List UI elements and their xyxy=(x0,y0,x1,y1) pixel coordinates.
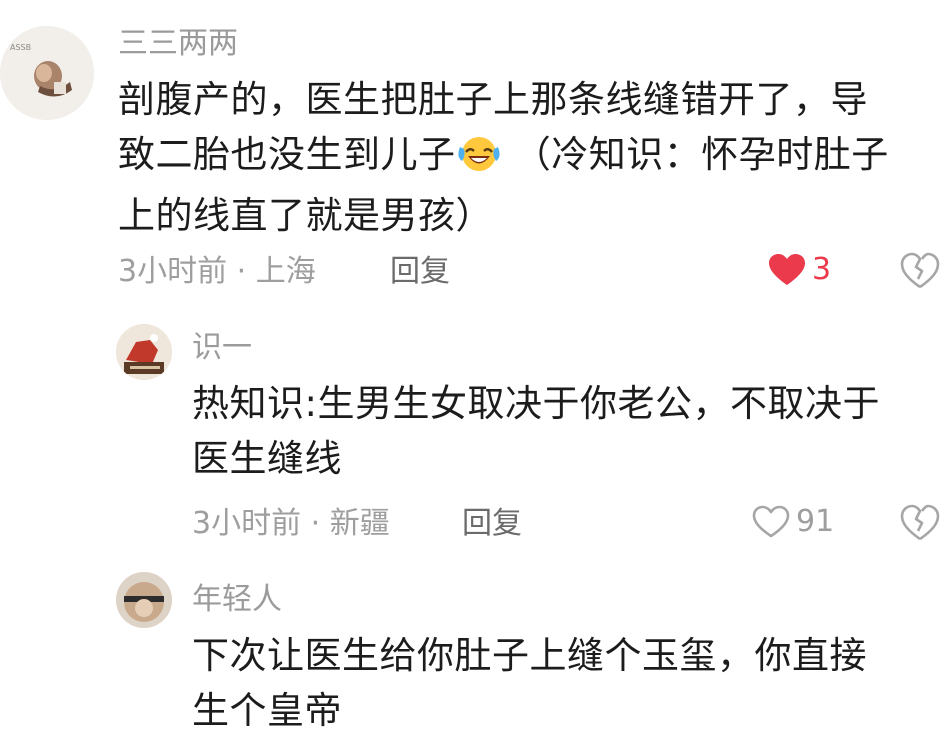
comment-text-segment: 致二胎也没生到儿子 xyxy=(118,133,456,176)
comment-2: 识一 热知识:生男生女取决于你老公，不取决于 医生缝线 3小时前 · 新疆 回复… xyxy=(0,300,950,560)
comment-text: 剖腹产的，医生把肚子上那条线缝错开了，导 致二胎也没生到儿子 （冷知识：怀孕时肚… xyxy=(118,72,889,243)
broken-heart-icon xyxy=(900,252,940,289)
avatar-shiyi[interactable] xyxy=(116,324,172,380)
svg-text:ASSB: ASSB xyxy=(10,43,31,52)
reply-button[interactable]: 回复 xyxy=(390,254,450,290)
comment-text: 热知识:生男生女取决于你老公，不取决于 医生缝线 xyxy=(192,376,880,486)
like-button[interactable]: 3 xyxy=(768,252,831,287)
dislike-button[interactable] xyxy=(900,504,940,544)
comment-text-line-3: 上的线直了就是男孩） xyxy=(118,194,493,237)
comment-time-location: 3小时前 · 新疆 xyxy=(192,506,390,541)
comment-text: 下次让医生给你肚子上缝个玉玺，你直接 生个皇帝 xyxy=(192,628,867,738)
heart-filled-icon xyxy=(769,253,805,285)
broken-heart-icon xyxy=(900,504,940,541)
avatar-sansanliangliang[interactable]: ASSB xyxy=(0,26,94,120)
comment-username[interactable]: 识一 xyxy=(192,330,252,366)
avatar-image xyxy=(116,572,172,628)
laughing-tears-emoji xyxy=(456,133,502,188)
comment-3: 年轻人 下次让医生给你肚子上缝个玉玺，你直接 生个皇帝 xyxy=(0,560,950,732)
like-button[interactable]: 91 xyxy=(752,504,834,539)
like-count: 3 xyxy=(812,252,832,287)
comment-username[interactable]: 三三两两 xyxy=(118,26,238,62)
reply-button[interactable]: 回复 xyxy=(462,506,522,542)
comment-text-segment: （冷知识：怀孕时肚子 xyxy=(501,133,889,176)
comment-text-line-1: 热知识:生男生女取决于你老公，不取决于 xyxy=(192,382,880,425)
comment-text-line-1: 下次让医生给你肚子上缝个玉玺，你直接 xyxy=(192,634,867,677)
comment-1: ASSB 三三两两 剖腹产的，医生把肚子上那条线缝错开了，导 致二胎也没生到儿子… xyxy=(0,0,950,300)
comment-time-location: 3小时前 · 上海 xyxy=(118,254,316,289)
like-count: 91 xyxy=(796,504,835,539)
avatar-image xyxy=(116,324,172,380)
dislike-button[interactable] xyxy=(900,252,940,292)
comment-username[interactable]: 年轻人 xyxy=(192,582,282,618)
comment-text-line-1: 剖腹产的，医生把肚子上那条线缝错开了，导 xyxy=(118,78,868,121)
avatar-image: ASSB xyxy=(0,26,94,120)
comment-text-line-2: 医生缝线 xyxy=(192,437,342,480)
heart-outline-icon xyxy=(752,505,790,537)
comment-text-line-2: 致二胎也没生到儿子 （冷知识：怀孕时肚子 xyxy=(118,127,889,188)
avatar-nianqingren[interactable] xyxy=(116,572,172,628)
